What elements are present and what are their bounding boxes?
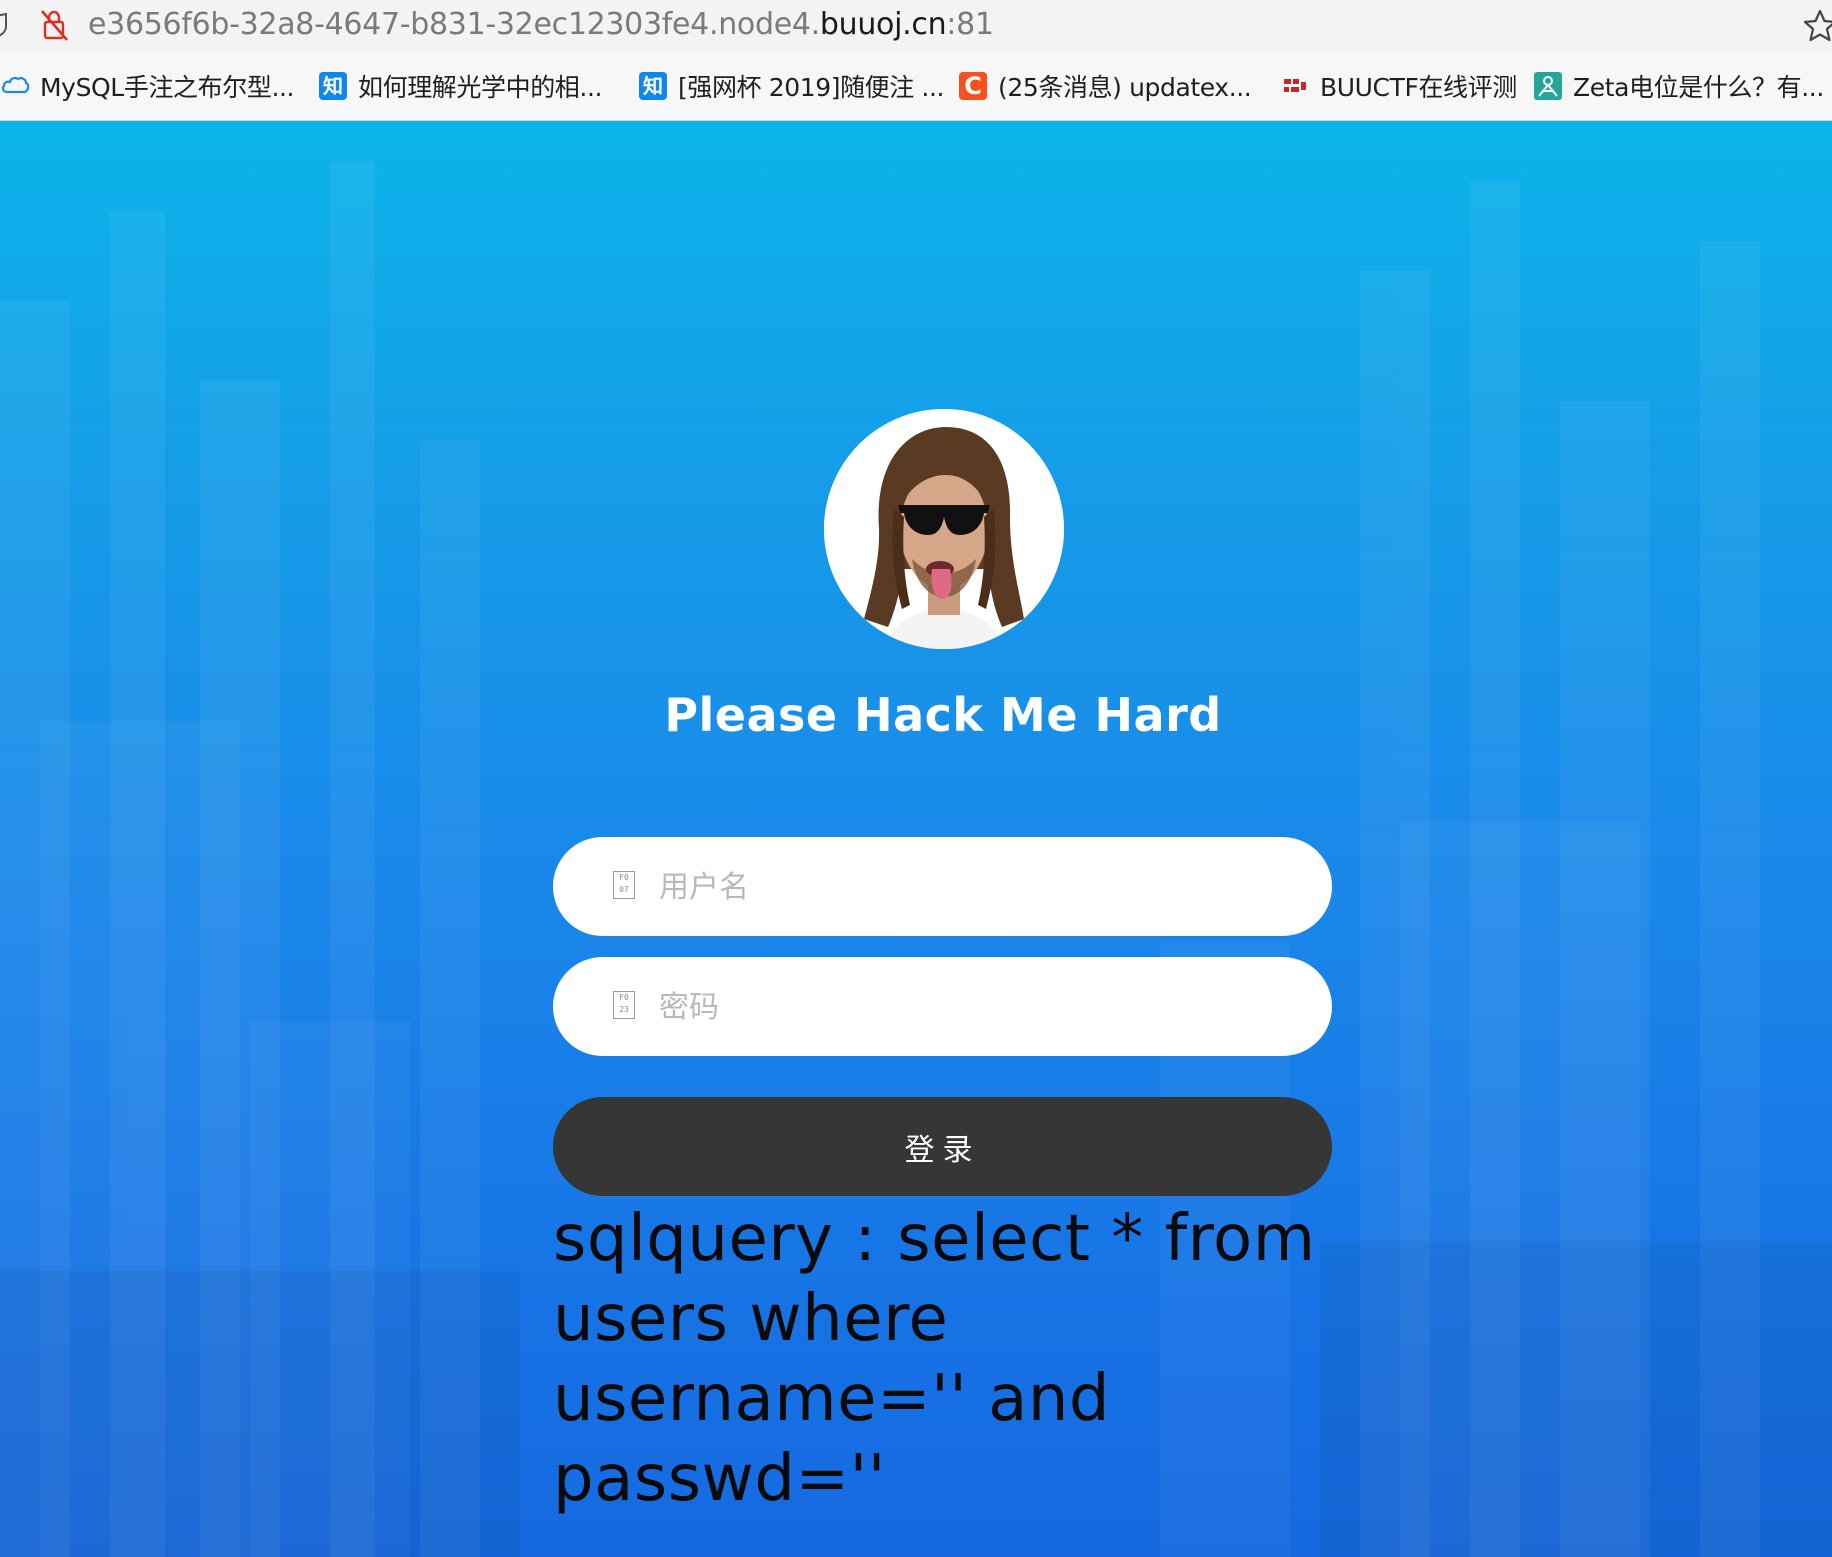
address-bar[interactable]: e3656f6b-32a8-4647-b831-32ec12303fe4.nod… (0, 0, 1832, 52)
bookmark-csdn-updatexml[interactable]: C (25条消息) updatex... (958, 52, 1252, 120)
bookmark-buuctf[interactable]: BUUCTF在线评测 (1280, 52, 1517, 120)
zhihu-glyph: 知 (319, 72, 347, 100)
login-button[interactable]: 登录 (553, 1097, 1332, 1196)
csdn-glyph: C (959, 72, 987, 100)
zeta-icon (1533, 71, 1563, 101)
insecure-lock-icon[interactable] (38, 8, 70, 42)
password-input[interactable] (657, 957, 1301, 1058)
login-page: Please Hack Me Hard F0 07 F0 23 登录 sqlqu… (0, 121, 1832, 1557)
bookmark-label: (25条消息) updatex... (998, 73, 1252, 102)
buuctf-icon (1280, 71, 1310, 101)
zhihu-icon: 知 (638, 71, 668, 101)
bookmarks-bar: MySQL手注之布尔型... 知 如何理解光学中的相... 知 [强网杯 201… (0, 52, 1832, 121)
sql-query-output: sqlquery : select * from users where use… (553, 1202, 1316, 1516)
bookmark-label: BUUCTF在线评测 (1320, 73, 1517, 102)
password-field[interactable]: F0 23 (553, 957, 1332, 1058)
bookmark-mysql[interactable]: MySQL手注之布尔型... (0, 52, 294, 120)
avatar (824, 409, 1064, 649)
bookmark-star-icon[interactable] (1802, 8, 1832, 44)
bookmark-zhihu-qwb[interactable]: 知 [强网杯 2019]随便注 ... (638, 52, 944, 120)
avatar-image (824, 409, 1064, 649)
bookmark-zhihu-optics[interactable]: 知 如何理解光学中的相... (318, 52, 602, 120)
bookmark-label: MySQL手注之布尔型... (40, 73, 295, 102)
url-domain: buuoj.cn (819, 7, 947, 42)
csdn-icon: C (958, 71, 988, 101)
url-port: :81 (946, 7, 994, 42)
bookmark-label: 如何理解光学中的相... (358, 73, 603, 102)
shield-icon[interactable] (0, 12, 10, 38)
bookmark-zeta[interactable]: Zeta电位是什么？有... (1533, 52, 1824, 120)
bookmark-label: Zeta电位是什么？有... (1573, 73, 1824, 102)
zhihu-glyph: 知 (639, 72, 667, 100)
username-field[interactable]: F0 07 (553, 837, 1332, 938)
username-input[interactable] (657, 837, 1301, 938)
password-icon: F0 23 (613, 991, 635, 1019)
cloud-icon (0, 71, 30, 101)
zhihu-icon: 知 (318, 71, 348, 101)
url-text[interactable]: e3656f6b-32a8-4647-b831-32ec12303fe4.nod… (88, 5, 994, 45)
user-icon: F0 07 (613, 871, 635, 899)
page-title: Please Hack Me Hard (664, 688, 1222, 742)
bookmark-label: [强网杯 2019]随便注 ... (678, 73, 945, 102)
url-prefix: e3656f6b-32a8-4647-b831-32ec12303fe4.nod… (88, 7, 820, 42)
